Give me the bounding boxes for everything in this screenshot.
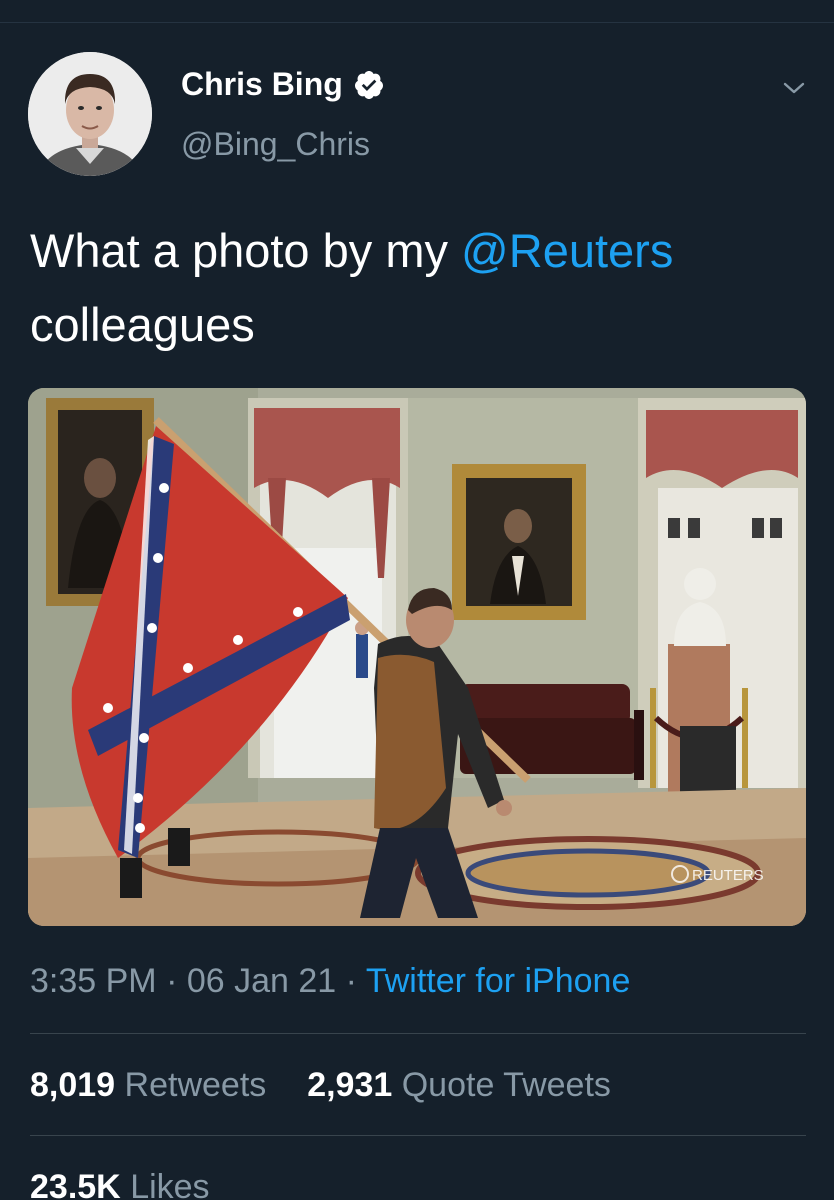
tweet-time: 3:35 PM <box>30 962 157 1000</box>
verified-badge-icon <box>354 70 383 99</box>
author-display-name[interactable]: Chris Bing <box>181 66 343 103</box>
likes-stat[interactable]: 23.5K Likes <box>30 1168 210 1200</box>
likes-label: Likes <box>130 1168 210 1200</box>
photo-watermark: REUTERS <box>692 867 764 884</box>
likes-count: 23.5K <box>30 1168 121 1200</box>
tweet-text: What a photo by my @Reuters colleagues <box>30 214 810 362</box>
tweet-photo[interactable]: REUTERS <box>28 388 806 926</box>
chevron-down-icon[interactable] <box>782 76 806 100</box>
quote-tweets-stat[interactable]: 2,931 Quote Tweets <box>307 1066 611 1104</box>
avatar[interactable] <box>28 52 152 176</box>
tweet-stats: 8,019 Retweets 2,931 Quote Tweets <box>30 1066 611 1105</box>
avatar-photo <box>28 52 152 176</box>
divider <box>30 1033 806 1034</box>
photo-image: REUTERS <box>28 388 806 926</box>
retweets-count: 8,019 <box>30 1066 116 1104</box>
tweet-source-link[interactable]: Twitter for iPhone <box>366 962 631 1000</box>
retweets-stat[interactable]: 8,019 Retweets <box>30 1066 266 1104</box>
quote-tweets-label: Quote Tweets <box>401 1066 611 1104</box>
mention-link[interactable]: @Reuters <box>461 224 673 277</box>
divider <box>30 1135 806 1136</box>
quote-tweets-count: 2,931 <box>307 1066 393 1104</box>
meta-separator: · <box>156 962 187 1000</box>
meta-separator: · <box>336 962 366 1000</box>
tweet-meta: 3:35 PM · 06 Jan 21 · Twitter for iPhone <box>30 962 630 1001</box>
tweet-date: 06 Jan 21 <box>186 962 337 1000</box>
author-name-row[interactable]: Chris Bing <box>181 66 385 103</box>
tweet-text-part: colleagues <box>30 298 255 351</box>
tweet-text-part: What a photo by my <box>30 224 462 277</box>
author-handle[interactable]: @Bing_Chris <box>181 126 370 163</box>
top-divider <box>0 22 834 23</box>
retweets-label: Retweets <box>124 1066 267 1104</box>
tweet-detail: Chris Bing @Bing_Chris What a photo by m… <box>0 0 834 1200</box>
